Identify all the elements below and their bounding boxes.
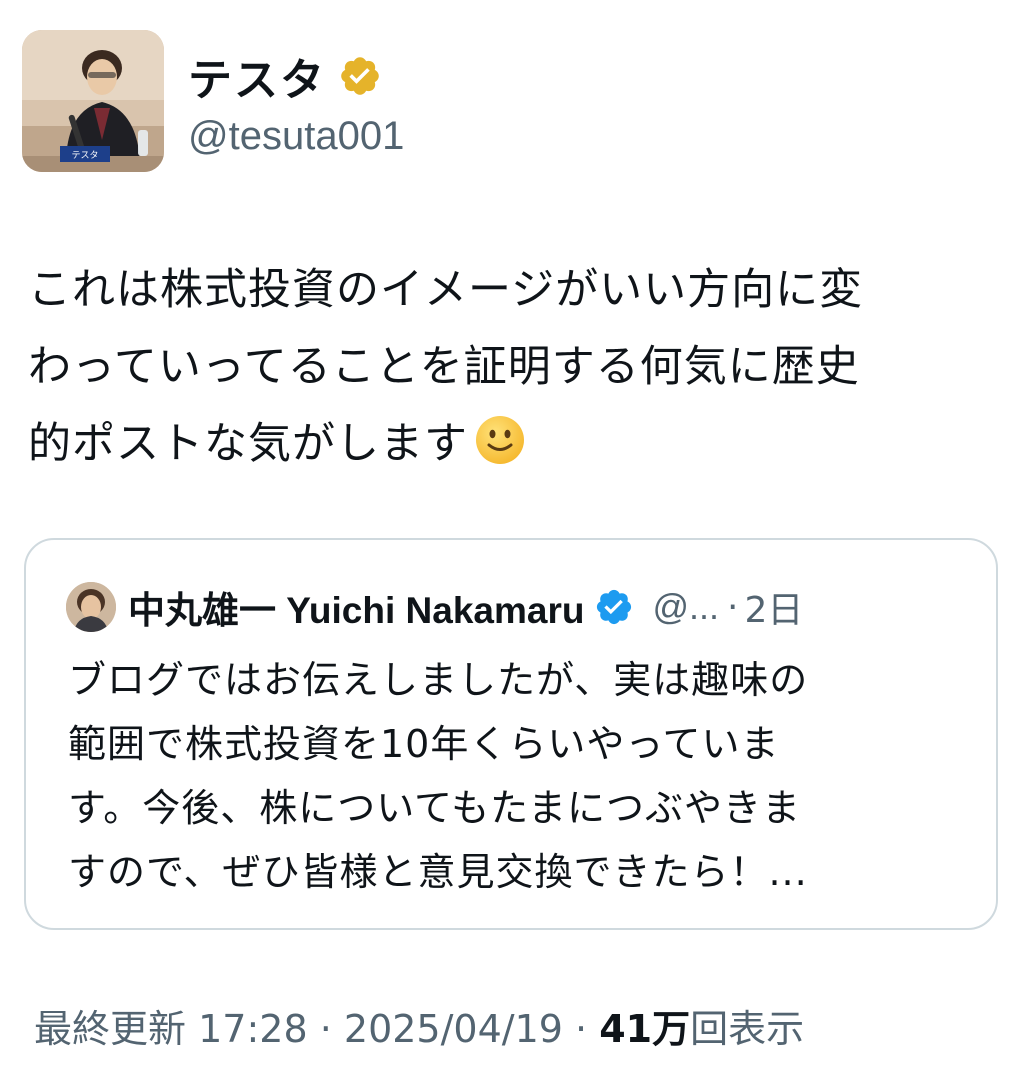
- quoted-text-line: 範囲で株式投資を10年くらいやっていま: [68, 722, 780, 766]
- quoted-avatar-photo: [66, 582, 116, 632]
- tweet-text: これは株式投資のイメージがいい方向に変 わっていってることを証明する何気に歴史 …: [28, 252, 996, 483]
- verified-gold-badge-icon[interactable]: [338, 54, 382, 98]
- tweet-text-line: わっていってることを証明する何気に歴史: [28, 342, 860, 392]
- meta-separator: ·: [319, 1007, 332, 1051]
- meta-separator: ·: [575, 1007, 588, 1051]
- quoted-tweet-text: ブログではお伝えしましたが、実は趣味の 範囲で株式投資を10年くらいやっていま …: [68, 648, 968, 904]
- slightly-smiling-face-icon: [476, 416, 524, 464]
- tweet-text-line-content: 的ポストな気がします: [28, 419, 468, 469]
- author-display-name[interactable]: テスタ: [188, 44, 326, 108]
- tweet-date[interactable]: 2025/04/19: [344, 1007, 563, 1051]
- quoted-header-separator: ·: [727, 586, 739, 628]
- quoted-tweet-time[interactable]: 2日: [744, 581, 803, 633]
- quoted-author-avatar[interactable]: [66, 582, 116, 632]
- quoted-tweet-card[interactable]: 中丸雄一 Yuichi Nakamaru @... · 2日 ブログではお伝えし…: [24, 538, 998, 930]
- tweet-text-line-last: 的ポストな気がします: [28, 406, 996, 483]
- tweet-meta: 最終更新 17:28 · 2025/04/19 · 41万回表示: [34, 998, 804, 1053]
- display-name-line: テスタ: [188, 44, 404, 108]
- author-avatar-photo: テスタ: [22, 30, 164, 172]
- last-updated-label: 最終更新: [34, 1007, 187, 1051]
- verified-blue-badge-icon[interactable]: [594, 587, 634, 627]
- views-count[interactable]: 41万: [599, 1007, 690, 1051]
- author-handle[interactable]: @tesuta001: [188, 114, 404, 159]
- author-avatar[interactable]: テスタ: [22, 30, 164, 172]
- tweet-time[interactable]: 17:28: [198, 1007, 308, 1051]
- quoted-text-line: ブログではお伝えしましたが、実は趣味の: [68, 658, 809, 702]
- tweet-text-line: これは株式投資のイメージがいい方向に変: [28, 265, 864, 315]
- views-label: 回表示: [690, 1007, 805, 1051]
- quoted-author-display-name[interactable]: 中丸雄一 Yuichi Nakamaru: [128, 580, 584, 634]
- quoted-author-handle[interactable]: @...: [652, 586, 719, 628]
- author-names: テスタ @tesuta001: [188, 44, 404, 159]
- quoted-text-line: す。今後、株についてもたまにつぶやきま: [68, 786, 802, 830]
- tweet-author-row: テスタ テスタ @tesuta001: [22, 30, 982, 176]
- quoted-tweet-header: 中丸雄一 Yuichi Nakamaru @... · 2日: [66, 580, 803, 634]
- avatar-nameplate-text: テスタ: [71, 150, 98, 161]
- quoted-text-line: すので、ぜひ皆様と意見交換できたら！...: [68, 850, 808, 894]
